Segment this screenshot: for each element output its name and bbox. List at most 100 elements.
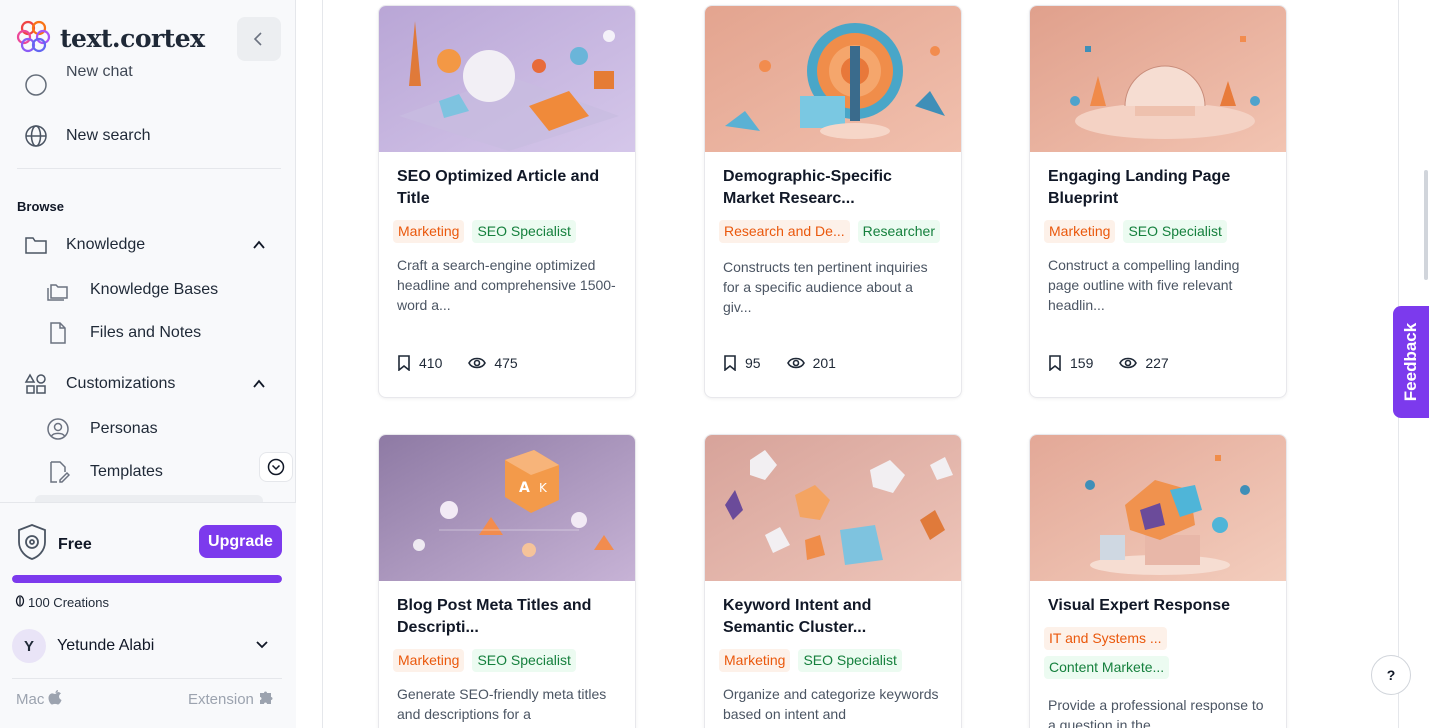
sidebar-item-partial [35, 495, 263, 502]
sidebar-item-label: New search [66, 127, 151, 144]
bookmark-icon [1049, 355, 1061, 371]
upgrade-button[interactable]: Upgrade [199, 525, 282, 558]
svg-text:K: K [539, 481, 548, 495]
sidebar-nav[interactable]: New chat New search Browse Knowledge Kno… [0, 66, 296, 502]
eye-icon [468, 357, 487, 369]
category-tag[interactable]: Marketing [393, 649, 465, 672]
sidebar-item-knowledge-bases[interactable]: Knowledge Bases [46, 274, 218, 306]
extension-link[interactable]: Extension [188, 689, 274, 709]
app-root: text.cortex New chat New search Browse K… [0, 0, 1429, 728]
puzzle-icon [258, 689, 274, 709]
mac-app-link[interactable]: Mac [16, 689, 62, 709]
sidebar-item-new-search[interactable]: New search [24, 120, 150, 152]
role-tag[interactable]: Content Markete... [1044, 656, 1170, 679]
template-title: SEO Optimized Article and Title [397, 168, 600, 207]
mac-label: Mac [16, 690, 45, 708]
saves-count: 410 [419, 355, 443, 371]
category-tag[interactable]: Research and De... [719, 220, 850, 243]
role-tag[interactable]: Researcher [857, 220, 940, 243]
template-description: Generate SEO-friendly meta titles and de… [397, 686, 607, 722]
template-title: Keyword Intent and Semantic Cluster... [723, 597, 872, 636]
chevron-up-icon[interactable] [249, 374, 269, 394]
avatar: Y [12, 629, 46, 663]
divider [17, 168, 281, 169]
sidebar-item-new-chat[interactable]: New chat [24, 66, 133, 101]
template-thumbnail [705, 6, 961, 152]
views-count: 475 [494, 355, 518, 371]
saves-count: 95 [745, 355, 761, 371]
views-count: 201 [812, 355, 836, 371]
sidebar-item-label: Knowledge Bases [90, 281, 219, 298]
plan-info: Free [16, 523, 92, 566]
sidebar-item-knowledge[interactable]: Knowledge [24, 229, 145, 261]
saves-stat[interactable]: 95 [723, 355, 761, 371]
sidebar-item-label: Files and Notes [90, 324, 202, 341]
brain-logo-icon [16, 18, 52, 59]
template-stats: 410 475 [397, 355, 518, 371]
views-stat: 201 [786, 355, 836, 371]
category-tag[interactable]: Marketing [393, 220, 465, 243]
role-tag[interactable]: SEO Specialist [1123, 220, 1227, 243]
template-card[interactable]: Engaging Landing Page Blueprint Marketin… [1029, 5, 1287, 398]
role-tag[interactable]: SEO Specialist [798, 649, 902, 672]
tag-list: Marketing SEO Specialist [719, 649, 947, 672]
category-tag[interactable]: Marketing [1044, 220, 1116, 243]
views-count: 227 [1145, 355, 1169, 371]
sidebar-item-personas[interactable]: Personas [46, 413, 158, 445]
sidebar-item-files-notes[interactable]: Files and Notes [46, 317, 201, 349]
template-card[interactable]: Visual Expert Response IT and Systems ..… [1029, 434, 1287, 728]
tag-list: Research and De... Researcher [719, 220, 947, 243]
template-card[interactable]: SEO Optimized Article and Title Marketin… [378, 5, 636, 398]
chevron-left-icon [253, 32, 262, 46]
template-description: Construct a compelling landing page outl… [1048, 257, 1240, 313]
role-tag[interactable]: SEO Specialist [472, 220, 576, 243]
template-card[interactable]: Keyword Intent and Semantic Cluster... M… [704, 434, 962, 728]
sidebar-item-label: Personas [90, 420, 158, 437]
svg-text:A: A [519, 480, 530, 496]
template-thumbnail: A K [379, 435, 635, 581]
template-card[interactable]: A K Blog Post Meta Titles and Descripti.… [378, 434, 636, 728]
shield-icon [16, 523, 48, 566]
saves-stat[interactable]: 410 [397, 355, 442, 371]
saves-count: 159 [1070, 355, 1094, 371]
sidebar-item-label: Knowledge [66, 236, 146, 253]
scroll-down-button[interactable] [259, 452, 293, 482]
extension-label: Extension [188, 690, 254, 708]
usage-progress-fill [12, 575, 282, 583]
category-tag[interactable]: IT and Systems ... [1044, 627, 1167, 650]
user-circle-icon [46, 417, 70, 441]
tag-list: Marketing SEO Specialist [393, 220, 621, 243]
tag-list: Marketing SEO Specialist [393, 649, 621, 672]
template-stats: 159 227 [1048, 355, 1169, 371]
eye-icon [1119, 357, 1138, 369]
template-stats: 95 201 [723, 355, 836, 371]
sidebar-footer: Free Upgrade 100 Creations Y Yetunde Ala… [0, 502, 296, 728]
role-tag[interactable]: SEO Specialist [472, 649, 576, 672]
template-description: Craft a search-engine optimized headline… [397, 257, 616, 313]
sidebar-item-customizations[interactable]: Customizations [24, 368, 175, 400]
feedback-button[interactable]: Feedback [1393, 306, 1429, 418]
eye-icon [786, 357, 805, 369]
category-tag[interactable]: Marketing [719, 649, 791, 672]
views-stat: 227 [1119, 355, 1169, 371]
saves-stat[interactable]: 159 [1048, 355, 1093, 371]
tag-list: IT and Systems ... Content Markete... [1044, 627, 1272, 679]
globe-icon [24, 124, 48, 148]
collapse-sidebar-button[interactable] [237, 17, 281, 61]
page-scrollbar[interactable] [1424, 170, 1428, 280]
help-button[interactable]: ? [1371, 655, 1411, 695]
template-description: Provide a professional response to a que… [1048, 697, 1264, 728]
brand-logo[interactable]: text.cortex [16, 20, 205, 56]
tag-list: Marketing SEO Specialist [1044, 220, 1272, 243]
template-thumbnail [1030, 435, 1286, 581]
sidebar-item-templates[interactable]: Templates [46, 456, 163, 488]
sidebar-item-label: Templates [90, 463, 163, 480]
folders-icon [46, 278, 70, 302]
chevron-up-icon[interactable] [249, 235, 269, 255]
template-thumbnail [379, 6, 635, 152]
chevron-down-circle-icon [267, 458, 285, 476]
coin-icon [15, 595, 25, 610]
template-title: Visual Expert Response [1048, 597, 1230, 614]
user-menu[interactable]: Y Yetunde Alabi [12, 627, 282, 665]
template-card[interactable]: Demographic-Specific Market Researc... R… [704, 5, 962, 398]
